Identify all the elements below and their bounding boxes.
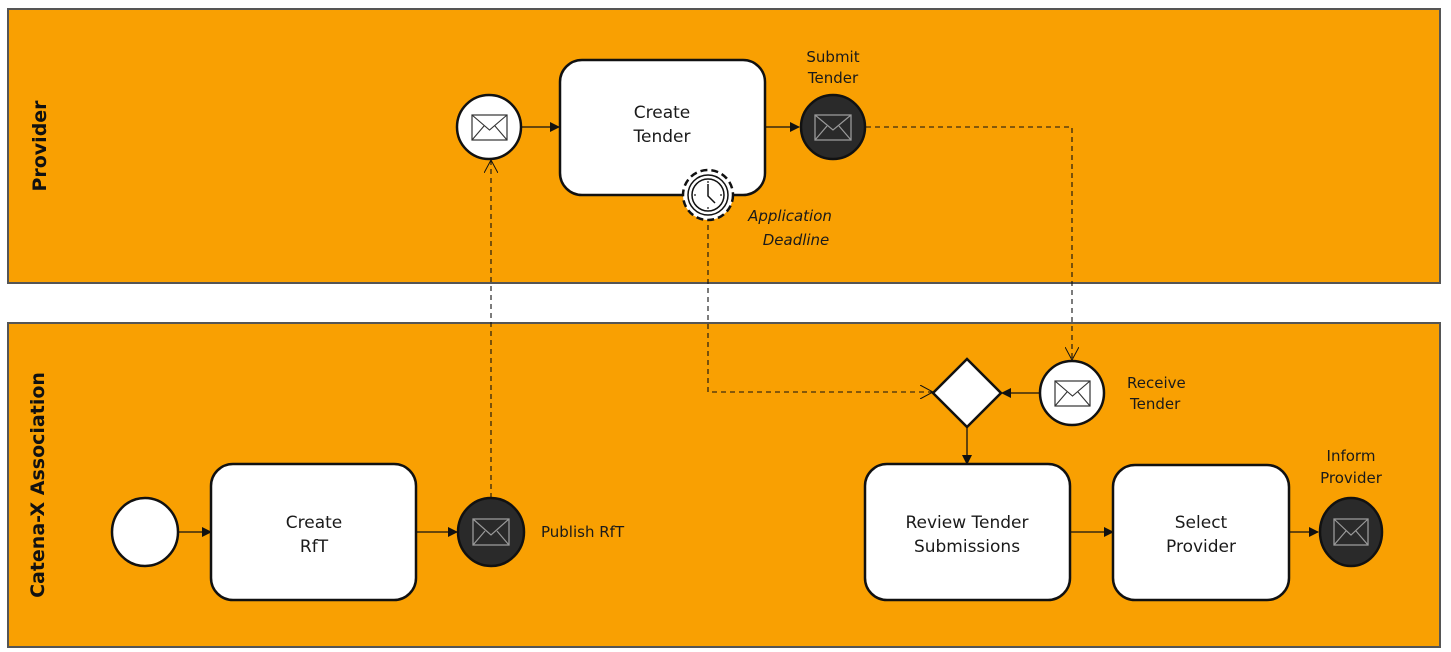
submit-tender-label-line1: Submit bbox=[806, 48, 859, 66]
publish-rft-label: Publish RfT bbox=[541, 523, 625, 541]
task-label-line1: Select bbox=[1175, 513, 1228, 533]
bpmn-diagram: Provider Catena-X Association Create Ten… bbox=[7, 8, 1441, 648]
svg-text:Provider: Provider bbox=[1166, 537, 1236, 557]
pool-label-provider: Provider bbox=[29, 100, 51, 192]
task-create-tender[interactable]: Create Tender bbox=[558, 58, 767, 197]
task-label-line2: Tender bbox=[633, 127, 691, 147]
inform-provider-label-line2: Provider bbox=[1320, 469, 1383, 487]
svg-text:Create: Create bbox=[634, 103, 691, 123]
receive-tender-label-line1: Receive bbox=[1127, 374, 1186, 392]
submit-tender-event[interactable] bbox=[799, 93, 867, 161]
envelope-icon bbox=[1054, 380, 1091, 407]
task-label-line2: Provider bbox=[1166, 537, 1236, 557]
timer-label-line2: Deadline bbox=[763, 231, 830, 249]
task-label-line2: RfT bbox=[300, 537, 329, 557]
svg-text:RfT: RfT bbox=[300, 537, 329, 557]
inform-provider-event[interactable] bbox=[1318, 496, 1384, 568]
task-create-rft[interactable]: Create RfT bbox=[209, 462, 418, 602]
start-event[interactable] bbox=[110, 496, 180, 568]
svg-text:Review Tender: Review Tender bbox=[905, 513, 1028, 533]
pool-label-catena-x: Catena-X Association bbox=[27, 372, 49, 598]
message-start-event[interactable] bbox=[455, 93, 523, 161]
task-label-line1: Create bbox=[634, 103, 691, 123]
task-label-line2: Submissions bbox=[914, 537, 1020, 557]
svg-text:Tender: Tender bbox=[633, 127, 691, 147]
envelope-icon bbox=[471, 114, 508, 141]
inform-provider-label-line1: Inform bbox=[1327, 447, 1376, 465]
timer-boundary-event[interactable] bbox=[681, 168, 735, 222]
publish-rft-event[interactable] bbox=[456, 496, 526, 568]
timer-label-line1: Application bbox=[747, 207, 832, 225]
task-label-line1: Create bbox=[286, 513, 343, 533]
svg-text:Create: Create bbox=[286, 513, 343, 533]
task-review-tender-submissions[interactable]: Review Tender Submissions bbox=[863, 462, 1072, 602]
task-label-line1: Review Tender bbox=[905, 513, 1028, 533]
receive-tender-event[interactable] bbox=[1038, 359, 1106, 427]
svg-text:Select: Select bbox=[1175, 513, 1228, 533]
submit-tender-label-line2: Tender bbox=[807, 69, 859, 87]
task-select-provider[interactable]: Select Provider bbox=[1111, 463, 1291, 602]
svg-text:Submissions: Submissions bbox=[914, 537, 1020, 557]
receive-tender-label-line2: Tender bbox=[1129, 395, 1181, 413]
